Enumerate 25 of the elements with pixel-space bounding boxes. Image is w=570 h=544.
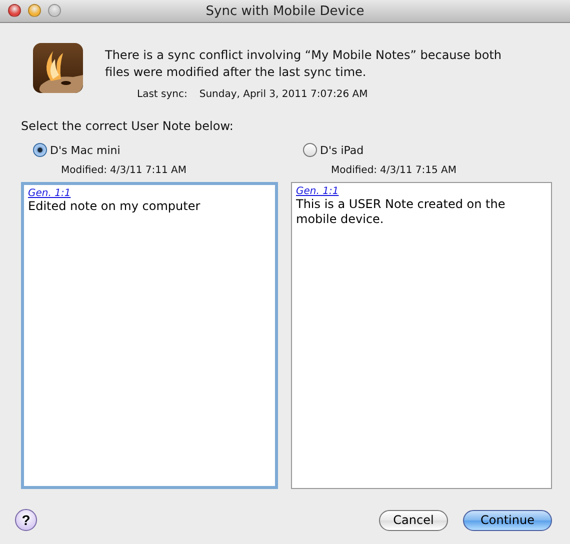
window-title: Sync with Mobile Device xyxy=(206,4,364,18)
cancel-button[interactable]: Cancel xyxy=(379,510,448,530)
last-sync-value: Sunday, April 3, 2011 7:07:26 AM xyxy=(199,89,368,100)
device-radio[interactable]: D's iPad xyxy=(291,141,552,159)
conflict-message: There is a sync conflict involving “My Mobile Notes” because both files were modified after the last sync time. xyxy=(105,47,502,81)
note-field[interactable]: Gen. 1:1 This is a USER Note created on the mobile device. xyxy=(291,182,552,489)
continue-button[interactable]: Continue xyxy=(463,510,552,530)
modified-value: 4/3/11 7:15 AM xyxy=(380,165,457,176)
close-icon[interactable] xyxy=(8,4,21,17)
verse-link[interactable]: Gen. 1:1 xyxy=(296,186,339,197)
radio-icon[interactable] xyxy=(303,143,317,157)
modified-value: 4/3/11 7:11 AM xyxy=(110,165,187,176)
device-radio[interactable]: D's Mac mini xyxy=(21,141,278,159)
note-field[interactable]: Gen. 1:1 Edited note on my computer xyxy=(21,182,278,489)
help-button[interactable]: ? xyxy=(15,509,37,531)
note-text: This is a USER Note created on the mobile device. xyxy=(296,197,506,227)
note-text: Edited note on my computer xyxy=(28,199,200,214)
zoom-icon[interactable] xyxy=(48,4,61,17)
radio-icon[interactable] xyxy=(33,143,47,157)
last-sync-label: Last sync: xyxy=(137,89,188,100)
modified-label: Modified: xyxy=(331,165,378,176)
modified-label: Modified: xyxy=(61,165,108,176)
minimize-icon[interactable] xyxy=(28,4,41,17)
verse-link[interactable]: Gen. 1:1 xyxy=(28,188,71,199)
select-prompt: Select the correct User Note below: xyxy=(21,119,234,133)
